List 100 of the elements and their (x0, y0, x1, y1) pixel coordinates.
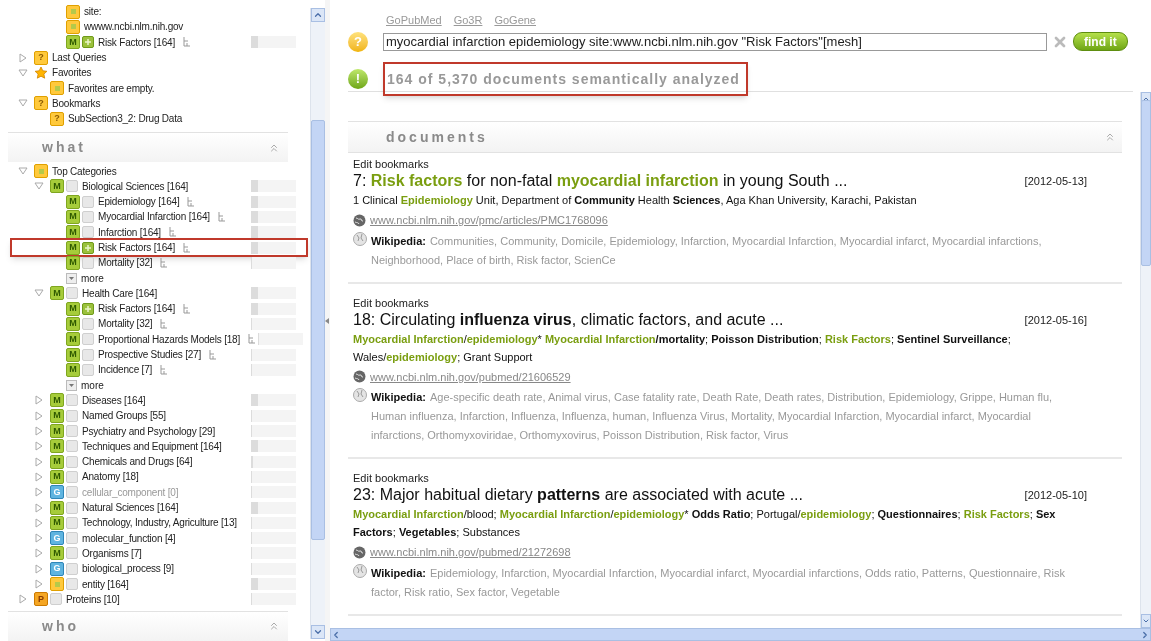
checkbox[interactable] (66, 440, 78, 453)
checkbox[interactable] (82, 195, 94, 208)
collapsed-arrow-icon[interactable] (34, 456, 44, 467)
tree-item-label[interactable]: Risk Factors [164] (98, 34, 175, 50)
collapsed-arrow-icon[interactable] (34, 471, 44, 482)
checkbox[interactable] (82, 348, 94, 361)
checkbox[interactable] (50, 593, 62, 606)
tree-item-label[interactable]: Named Groups [55] (82, 408, 166, 424)
tree-item-label[interactable]: Favorites (52, 65, 92, 81)
collapsed-arrow-icon[interactable] (34, 502, 44, 513)
tree-item-label[interactable]: molecular_function [4] (82, 530, 176, 546)
checkbox[interactable] (82, 333, 94, 346)
checkbox[interactable] (82, 363, 94, 376)
tree-item-label[interactable]: Myocardial Infarction [164] (98, 209, 210, 225)
tree-item-label[interactable]: wwww.ncbi.nlm.nih.gov (84, 19, 184, 35)
included-checkbox[interactable] (82, 302, 94, 315)
document-scrollbar[interactable] (1140, 92, 1151, 628)
collapsed-arrow-icon[interactable] (18, 52, 28, 63)
edit-bookmarks-link[interactable]: Edit bookmarks (353, 296, 1117, 310)
document-url[interactable]: www.ncbi.nlm.nih.gov/pubmed/21606529 (370, 368, 571, 385)
collapsed-arrow-icon[interactable] (34, 517, 44, 528)
hierarchy-icon[interactable] (168, 227, 177, 238)
tree-item-label[interactable]: Top Categories (52, 163, 117, 179)
checkbox[interactable] (66, 455, 78, 468)
tree-item-label[interactable]: entity [164] (82, 576, 129, 592)
checkbox[interactable] (66, 287, 78, 300)
checkbox[interactable] (66, 501, 78, 514)
collapsed-arrow-icon[interactable] (34, 579, 44, 590)
tree-item-label[interactable]: Incidence [7] (98, 362, 153, 378)
hierarchy-icon[interactable] (160, 257, 169, 268)
collapsed-arrow-icon[interactable] (18, 594, 28, 605)
search-field[interactable]: myocardial infarction epidemiology site:www.ncbi.nlm.nih.gov "Risk Factors"[mesh] (383, 32, 1047, 51)
horizontal-scrollbar[interactable] (330, 628, 1151, 641)
checkbox[interactable] (82, 226, 94, 239)
tree-item-label[interactable]: Proteins [10] (66, 591, 120, 607)
hierarchy-icon[interactable] (160, 364, 169, 375)
tree-item-label[interactable]: Anatomy [18] (82, 469, 139, 485)
document-url[interactable]: www.ncbi.nlm.nih.gov/pubmed/21272698 (370, 544, 571, 561)
hierarchy-icon[interactable] (183, 37, 191, 48)
collapsed-arrow-icon[interactable] (34, 410, 44, 421)
tree-item-label[interactable]: Techniques and Equipment [164] (82, 438, 222, 454)
collapsed-arrow-icon[interactable] (34, 426, 44, 437)
checkbox[interactable] (66, 409, 78, 422)
checkbox[interactable] (82, 318, 94, 330)
more-link[interactable]: more (81, 270, 104, 286)
scroll-right-icon[interactable] (1140, 629, 1150, 640)
tree-item-label[interactable]: Bookmarks (52, 95, 101, 111)
tree-item-label[interactable]: Health Care [164] (82, 285, 157, 301)
hierarchy-icon[interactable] (248, 334, 256, 345)
included-checkbox[interactable] (82, 241, 94, 254)
edit-bookmarks-link[interactable]: Edit bookmarks (353, 158, 1117, 171)
tree-item-label[interactable]: biological_process [9] (82, 561, 174, 577)
tree-item-label[interactable]: Diseases [164] (82, 392, 146, 408)
scroll-down-icon[interactable] (313, 627, 323, 637)
checkbox[interactable] (66, 516, 78, 529)
collapsed-arrow-icon[interactable] (34, 395, 44, 406)
tree-item-label[interactable]: Risk Factors [164] (98, 301, 175, 317)
hierarchy-icon[interactable] (209, 349, 218, 360)
more-link[interactable]: more (81, 377, 104, 393)
tree-item-label[interactable]: Prospective Studies [27] (98, 347, 202, 363)
scroll-left-icon[interactable] (331, 629, 341, 640)
tree-item-label[interactable]: Last Queries (52, 50, 107, 66)
tree-item-label[interactable]: SubSection3_2: Drug Data (68, 111, 183, 127)
collapse-icon[interactable] (1104, 131, 1116, 143)
tree-item-label[interactable]: Favorites are empty. (68, 80, 155, 96)
checkbox[interactable] (66, 180, 78, 193)
expanded-arrow-icon[interactable] (18, 166, 28, 176)
tree-item-label[interactable]: Risk Factors [164] (98, 240, 175, 255)
tree-item-label[interactable]: site: (84, 4, 102, 20)
tree-item-label[interactable]: Chemicals and Drugs [64] (82, 454, 193, 470)
checkbox[interactable] (66, 532, 78, 545)
edit-bookmarks-link[interactable]: Edit bookmarks (353, 472, 1117, 485)
collapse-arrow-icon[interactable] (325, 317, 329, 324)
tree-item-label[interactable]: Epidemiology [164] (98, 194, 180, 210)
expanded-arrow-icon[interactable] (34, 181, 44, 192)
checkbox[interactable] (82, 210, 94, 223)
hierarchy-icon[interactable] (160, 319, 169, 329)
checkbox[interactable] (66, 547, 78, 560)
hierarchy-icon[interactable] (183, 242, 191, 253)
collapsed-arrow-icon[interactable] (34, 533, 44, 544)
checkbox[interactable] (66, 470, 78, 483)
tree-item-label[interactable]: Infarction [164] (98, 224, 161, 240)
tree-item-label[interactable]: Mortality [32] (98, 255, 153, 271)
sidebar-scrollbar[interactable] (310, 8, 325, 639)
expanded-arrow-icon[interactable] (18, 67, 28, 78)
hierarchy-icon[interactable] (187, 196, 196, 207)
document-url[interactable]: www.ncbi.nlm.nih.gov/pmc/articles/PMC1768096 (370, 212, 608, 229)
checkbox[interactable] (66, 578, 78, 591)
collapsed-arrow-icon[interactable] (34, 563, 44, 574)
scroll-up-icon[interactable] (313, 10, 323, 20)
expanded-arrow-icon[interactable] (18, 98, 28, 109)
collapsed-arrow-icon[interactable] (34, 548, 44, 559)
checkbox[interactable] (66, 562, 78, 575)
tree-item-label[interactable]: Psychiatry and Psychology [29] (82, 423, 215, 439)
included-checkbox[interactable] (82, 36, 94, 49)
checkbox[interactable] (66, 394, 78, 407)
tree-item-label[interactable]: Proportional Hazards Models [18] (98, 331, 240, 347)
collapse-icon[interactable] (268, 620, 280, 633)
hierarchy-icon[interactable] (183, 303, 191, 314)
tree-item-label[interactable]: Mortality [32] (98, 316, 153, 332)
